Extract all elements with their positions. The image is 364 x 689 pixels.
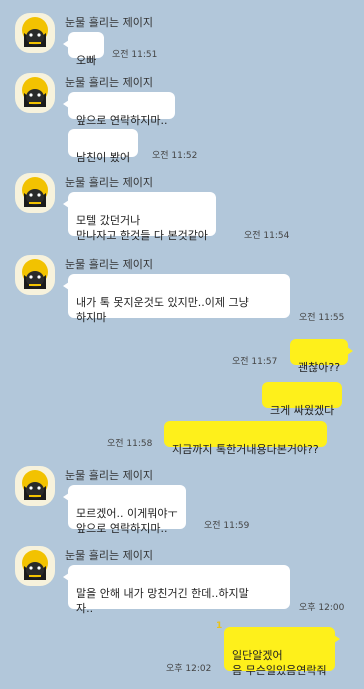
message-text: 앞으로 연락하지마..	[76, 114, 168, 127]
message-time: 오전 11:57	[232, 357, 278, 367]
message-time: 오후 12:00	[299, 603, 345, 613]
message-time: 오후 12:02	[166, 664, 212, 674]
sender-avatar[interactable]	[15, 173, 55, 213]
message-text: 지금까지 톡한거내용다본거야??	[172, 443, 319, 456]
message-time: 오전 11:58	[107, 439, 153, 449]
message-text: 일단알겠어 음 무슨일있음연락줘	[232, 649, 327, 677]
sender-name: 눈물 흘리는 제이지	[65, 258, 153, 271]
message-text: 내가 톡 못지운것도 있지만..이제 그냥 하지마	[76, 296, 249, 324]
crying-face-icon	[22, 177, 48, 207]
sender-name: 눈물 흘리는 제이지	[65, 469, 153, 482]
sender-avatar[interactable]	[15, 255, 55, 295]
crying-face-icon	[22, 259, 48, 289]
message-bubble-outgoing[interactable]: 일단알겠어 음 무슨일있음연락줘	[224, 627, 340, 677]
sender-avatar[interactable]	[15, 73, 55, 113]
message-bubble-incoming[interactable]: 내가 톡 못지운것도 있지만..이제 그냥 하지마	[63, 274, 290, 324]
unread-count: 1	[216, 621, 223, 631]
message-text: 크게 싸웠겠다	[270, 404, 335, 417]
message-bubble-incoming[interactable]: 말을 안해 내가 망친거긴 한데..하지말 자..	[63, 565, 290, 615]
message-bubble-incoming[interactable]: 모텔 갔던거나 만나자고 한것들 다 본것같아	[63, 192, 216, 242]
message-bubble-outgoing[interactable]: 괜찮아??	[290, 339, 354, 374]
sender-name: 눈물 흘리는 제이지	[65, 76, 153, 89]
message-bubble-incoming[interactable]: 모르겠어.. 이게뭐야ㅜ 앞으로 연락하지마..	[63, 485, 186, 535]
message-text: 남친이 봤어	[76, 151, 131, 164]
message-bubble-incoming[interactable]: 앞으로 연락하지마..	[62, 92, 176, 127]
message-bubble-incoming[interactable]: 오빠	[62, 32, 105, 67]
sender-avatar[interactable]	[15, 13, 55, 53]
sender-name: 눈물 흘리는 제이지	[65, 549, 153, 562]
message-text: 말을 안해 내가 망친거긴 한데..하지말 자..	[76, 587, 249, 615]
message-time: 오전 11:52	[152, 151, 198, 161]
message-time: 오전 11:54	[244, 231, 290, 241]
message-text: 모르겠어.. 이게뭐야ㅜ 앞으로 연락하지마..	[76, 507, 178, 535]
message-bubble-incoming[interactable]: 남친이 봤어	[68, 129, 139, 164]
crying-face-icon	[22, 77, 48, 107]
message-text: 오빠	[76, 54, 97, 67]
crying-face-icon	[22, 470, 48, 500]
message-time: 오전 11:59	[204, 521, 250, 531]
chat-room: 눈물 흘리는 제이지 오빠 오전 11:51 눈물 흘리는 제이지 앞으로 연락…	[0, 0, 364, 689]
message-bubble-outgoing[interactable]: 크게 싸웠겠다	[262, 382, 343, 417]
sender-name: 눈물 흘리는 제이지	[65, 16, 153, 29]
crying-face-icon	[22, 17, 48, 47]
crying-face-icon	[22, 550, 48, 580]
message-time: 오전 11:51	[112, 50, 158, 60]
sender-avatar[interactable]	[15, 546, 55, 586]
message-time: 오전 11:55	[299, 313, 345, 323]
message-text: 괜찮아??	[298, 361, 341, 374]
message-bubble-outgoing[interactable]: 지금까지 톡한거내용다본거야??	[164, 421, 327, 456]
sender-avatar[interactable]	[15, 466, 55, 506]
message-text: 모텔 갔던거나 만나자고 한것들 다 본것같아	[76, 214, 208, 242]
sender-name: 눈물 흘리는 제이지	[65, 176, 153, 189]
